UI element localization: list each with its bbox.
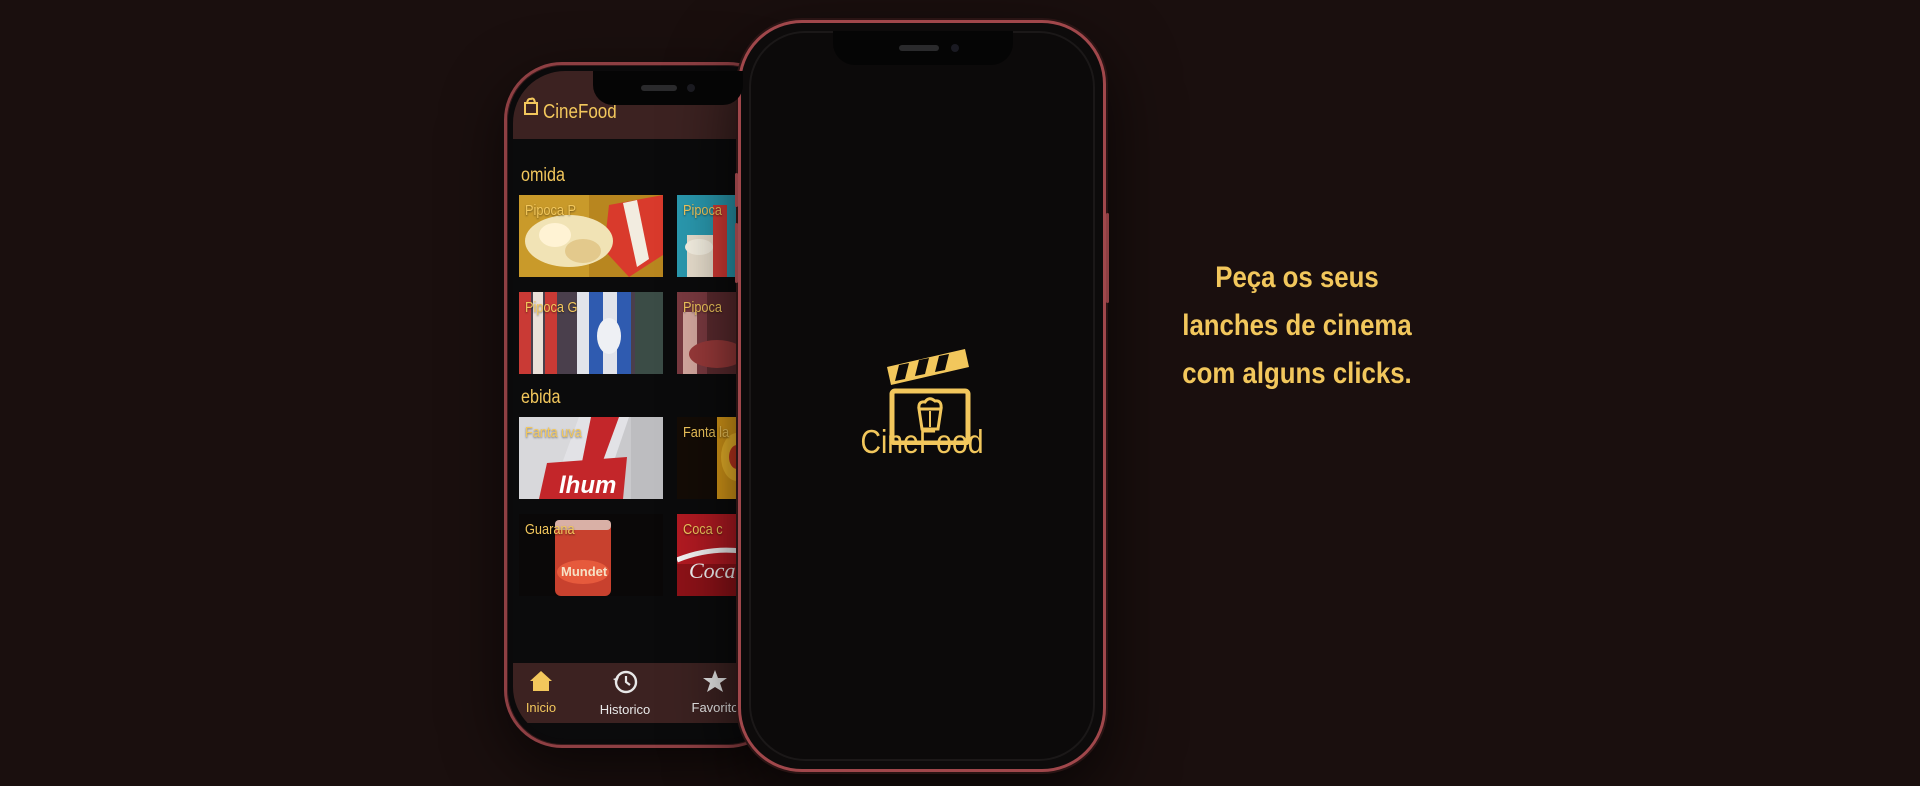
- splash-screen: CineFood: [749, 31, 1095, 761]
- home-icon: [530, 671, 552, 691]
- product-label: Coca c: [683, 521, 723, 538]
- product-card-pipoca-p[interactable]: Pipoca P: [519, 195, 663, 277]
- svg-text:Coca: Coca: [689, 558, 735, 583]
- splash-app-name: CineFood: [860, 423, 984, 460]
- product-label: Pipoca: [683, 202, 722, 219]
- tagline-line-3: com alguns clicks.: [1182, 357, 1412, 390]
- front-camera: [951, 44, 959, 52]
- power-button: [1106, 213, 1109, 303]
- nav-label: Historico: [599, 702, 651, 717]
- history-icon: [613, 670, 638, 694]
- nav-item-inicio[interactable]: Inicio: [513, 669, 581, 715]
- silent-switch: [735, 173, 738, 207]
- popcorn-logo-icon: [524, 97, 538, 115]
- product-label: Fanta uva: [525, 424, 582, 441]
- product-card-pipoca-g[interactable]: Pipoca G: [519, 292, 663, 374]
- product-card-fanta-uva[interactable]: lhum Fanta uva: [519, 417, 663, 499]
- phone-notch: [833, 31, 1013, 65]
- splash-screen-phone: CineFood: [735, 20, 1109, 772]
- phone-notch: [593, 71, 743, 105]
- product-card-guarana[interactable]: Mundet Guarana: [519, 514, 663, 596]
- promo-canvas: CineFood omida Pipoca P Pipoca Pipoca G …: [0, 0, 1920, 786]
- svg-text:lhum: lhum: [559, 472, 616, 499]
- volume-button: [735, 223, 738, 283]
- header-title: CineFood: [543, 101, 617, 123]
- promo-tagline: Peça os seus lanches de cinema com algun…: [1150, 254, 1444, 398]
- tagline-line-2: lanches de cinema: [1182, 309, 1412, 342]
- nav-item-historico[interactable]: Historico: [585, 669, 665, 717]
- product-label: Pipoca G: [525, 299, 578, 316]
- product-label: Guarana: [525, 521, 575, 538]
- product-label: Pipoca: [683, 299, 722, 316]
- section-title-drinks: ebida: [521, 387, 561, 408]
- speaker-grille: [641, 85, 677, 91]
- tagline-line-1: Peça os seus: [1215, 261, 1379, 294]
- product-label: Fanta la: [683, 424, 730, 441]
- nav-label: Inicio: [525, 700, 557, 715]
- section-title-food: omida: [521, 165, 565, 186]
- star-icon: [703, 670, 727, 692]
- svg-text:Mundet: Mundet: [561, 564, 608, 579]
- speaker-grille: [899, 45, 939, 51]
- front-camera: [687, 84, 695, 92]
- product-label: Pipoca P: [525, 202, 577, 219]
